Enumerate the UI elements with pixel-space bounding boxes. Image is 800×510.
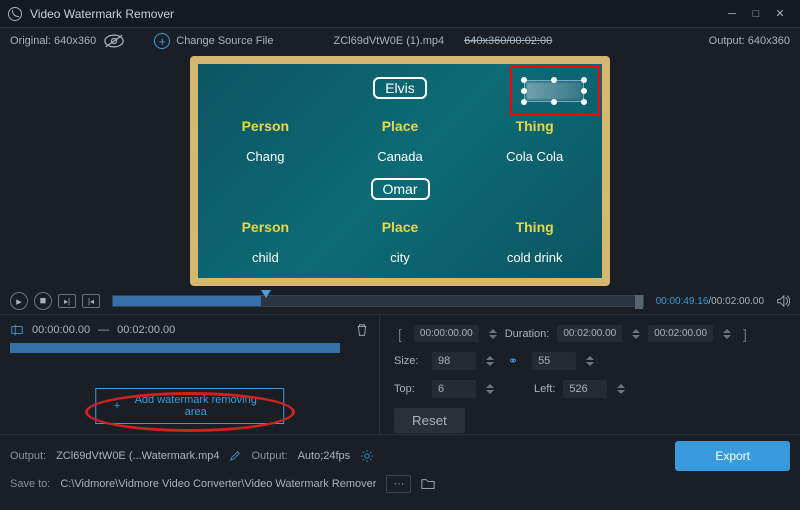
save-to-label: Save to: [10,478,50,490]
timeline-marker[interactable] [261,290,271,298]
play-button[interactable]: ▸ [10,292,28,310]
original-label: Original: 640x360 [10,35,96,47]
start-time-input[interactable]: 00:00:00.00 [414,325,479,342]
left-input[interactable]: 526 [563,380,607,398]
preview-header-place: Place [345,219,455,235]
duration-label: Duration: [505,328,550,340]
segment-end: 00:02:00.00 [117,324,175,336]
add-watermark-area-button[interactable]: +Add watermark removing area [95,388,285,424]
size-h-spinner[interactable] [586,356,594,366]
resize-handle[interactable] [581,88,587,94]
duration-spinner[interactable] [632,329,640,339]
timeline-scrubber[interactable] [112,295,644,307]
left-label: Left: [534,383,555,395]
maximize-button[interactable]: □ [744,2,768,26]
size-width-input[interactable]: 98 [432,352,476,370]
reset-button[interactable]: Reset [394,408,465,433]
minimize-button[interactable]: ─ [720,2,744,26]
info-bar: Original: 640x360 + Change Source File Z… [0,28,800,54]
segment-start: 00:00:00.00 [32,324,90,336]
preview-name2: Omar [371,178,430,200]
time-display: 00:00:49.16/00:02:00.00 [656,296,764,307]
duration-input[interactable]: 00:02:00.00 [557,325,622,342]
watermark-selection-highlight [510,66,600,116]
resize-handle[interactable] [521,77,527,83]
preview-val: child [210,250,320,265]
plus-icon: + [114,400,120,412]
resize-handle[interactable] [551,99,557,105]
close-button[interactable]: ✕ [768,2,792,26]
preview-name1: Elvis [373,77,427,99]
edit-filename-icon[interactable] [229,450,241,462]
top-input[interactable]: 6 [432,380,476,398]
segment-icon [10,323,24,337]
app-logo-icon [8,7,22,21]
output-format: Auto;24fps [298,450,351,462]
preview-header-place: Place [345,118,455,134]
top-spinner[interactable] [486,384,494,394]
video-preview[interactable]: Elvis Person Place Thing Chang Canada Co… [190,56,610,286]
preview-header-thing: Thing [480,219,590,235]
output-format-label: Output: [251,450,287,462]
output-settings-icon[interactable] [360,449,374,463]
delete-segment-icon[interactable] [355,323,369,337]
left-spinner[interactable] [617,384,625,394]
timeline-end-knob[interactable] [635,295,643,309]
preview-header-thing: Thing [480,118,590,134]
preview-val: cold drink [480,250,590,265]
change-source-button[interactable]: Change Source File [176,35,273,47]
bracket-left-icon[interactable]: [ [394,326,406,342]
save-path: C:\Vidmore\Vidmore Video Converter\Video… [60,478,376,490]
output-dimensions: Output: 640x360 [709,35,790,47]
add-source-icon[interactable]: + [154,33,170,49]
timeline-progress [113,296,261,306]
preview-val: Chang [210,149,320,164]
open-folder-icon[interactable] [421,477,435,491]
segment-sep: — [98,324,109,336]
size-w-spinner[interactable] [486,356,494,366]
titlebar: Video Watermark Remover ─ □ ✕ [0,0,800,28]
resize-handle[interactable] [521,99,527,105]
end-time-input[interactable]: 00:02:00.00 [648,325,713,342]
app-title: Video Watermark Remover [30,7,720,21]
size-height-input[interactable]: 55 [532,352,576,370]
preview-header-person: Person [210,219,320,235]
preview-area: Elvis Person Place Thing Chang Canada Co… [0,54,800,288]
parameters-panel: [ 00:00:00.00 Duration: 00:02:00.00 00:02… [380,315,800,434]
playback-controls: ▸ ■ ▸| |◂ 00:00:49.16/00:02:00.00 [0,288,800,314]
segment-row: 00:00:00.00 — 00:02:00.00 [10,323,369,337]
export-button[interactable]: Export [675,441,790,471]
link-aspect-icon[interactable]: ⚭ [508,354,518,368]
top-label: Top: [394,383,424,395]
browse-path-button[interactable]: ··· [386,475,411,493]
next-frame-button[interactable]: |◂ [82,294,100,308]
volume-icon[interactable] [776,294,790,308]
preview-header-person: Person [210,118,320,134]
output-file-label: Output: [10,450,46,462]
end-time-spinner[interactable] [723,329,731,339]
source-dimensions: 640x360/00:02:00 [464,35,552,47]
preview-val: Canada [345,149,455,164]
mid-section: 00:00:00.00 — 00:02:00.00 +Add watermark… [0,314,800,434]
prev-frame-button[interactable]: ▸| [58,294,76,308]
bracket-right-icon[interactable]: ] [739,326,751,342]
resize-handle[interactable] [581,99,587,105]
start-time-spinner[interactable] [489,329,497,339]
resize-handle[interactable] [551,77,557,83]
resize-handle[interactable] [581,77,587,83]
preview-val: Cola Cola [480,149,590,164]
segment-track[interactable] [10,343,340,353]
size-label: Size: [394,355,424,367]
segments-panel: 00:00:00.00 — 00:02:00.00 +Add watermark… [0,315,380,434]
stop-button[interactable]: ■ [34,292,52,310]
source-filename: ZCl69dVtW0E (1).mp4 [333,35,444,47]
resize-handle[interactable] [521,88,527,94]
bottom-bar: Output: ZCl69dVtW0E (...Watermark.mp4 Ou… [0,434,800,503]
visibility-toggle-icon[interactable] [104,34,124,48]
preview-val: city [345,250,455,265]
output-filename: ZCl69dVtW0E (...Watermark.mp4 [56,450,219,462]
